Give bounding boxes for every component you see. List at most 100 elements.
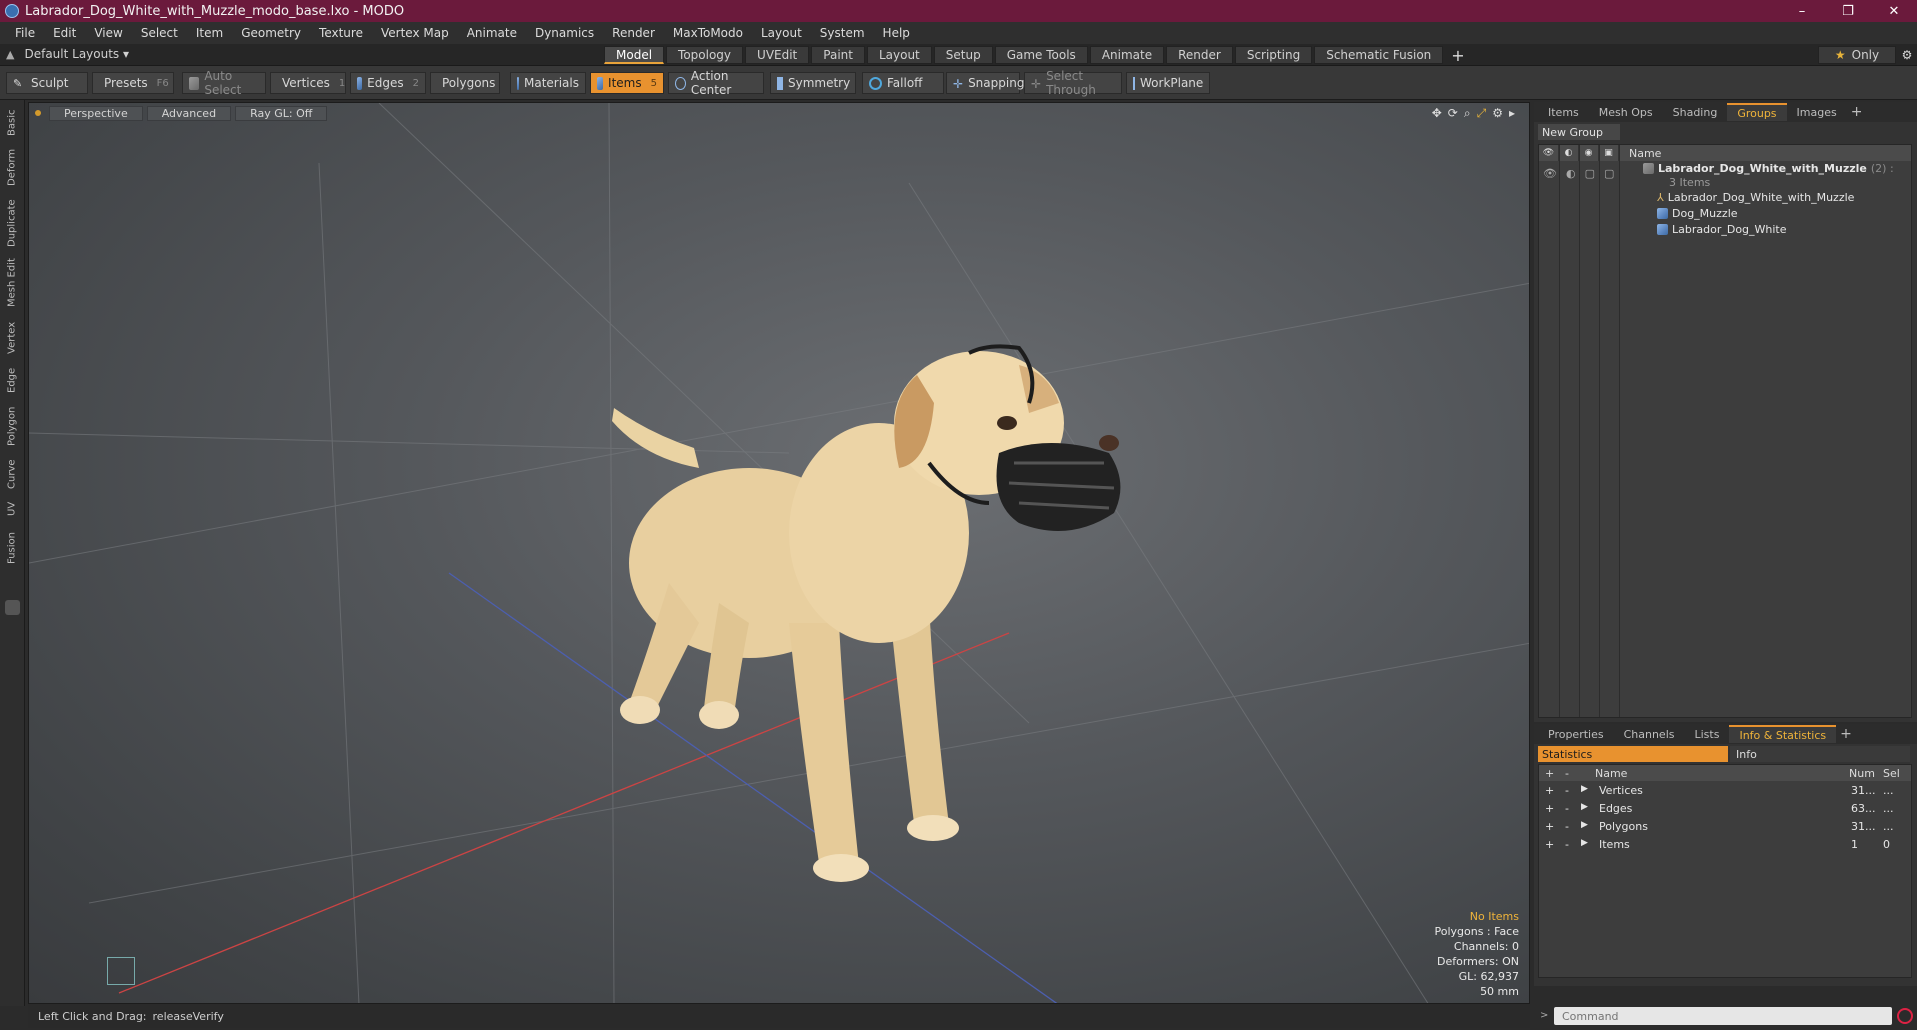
tab-lists[interactable]: Lists [1685,725,1730,743]
vtab-fusion[interactable]: Fusion [3,528,21,568]
tab-setup[interactable]: Setup [933,46,993,64]
menu-help[interactable]: Help [874,26,919,40]
tab-items[interactable]: Items [1538,103,1589,121]
panel-toggle-button[interactable] [5,600,20,615]
menu-file[interactable]: File [6,26,44,40]
render-column-icon[interactable]: ◐ [1559,145,1579,161]
add-panel-tab-button[interactable]: + [1847,103,1867,121]
tree-row-child[interactable]: ⅄ Labrador_Dog_White_with_Muzzle [1657,191,1854,204]
edges-button[interactable]: Edges 2 [350,72,426,94]
menu-render[interactable]: Render [603,26,664,40]
only-toggle[interactable]: ★ Only [1818,46,1896,64]
expand-arrow-icon[interactable]: ▸ [1509,106,1515,121]
tab-schematic-fusion[interactable]: Schematic Fusion [1314,46,1444,64]
auto-select-button[interactable]: Auto Select [182,69,266,97]
vtab-deform[interactable]: Deform [3,146,21,188]
fit-icon[interactable]: ⤢ [1477,106,1487,121]
tab-model[interactable]: Model [604,46,665,64]
row-remove-icon[interactable]: - [1565,838,1569,851]
menu-animate[interactable]: Animate [458,26,526,40]
group-visibility-eye-icon[interactable]: 👁 [1543,167,1557,180]
materials-button[interactable]: Materials [510,72,586,94]
row-add-icon[interactable]: + [1545,820,1554,833]
vtab-vertex[interactable]: Vertex [3,318,21,358]
select-through-button[interactable]: ✛ Select Through [1024,69,1122,97]
labrador-dog-model[interactable] [612,344,1121,882]
vtab-uv[interactable]: UV [3,498,21,520]
menu-geometry[interactable]: Geometry [232,26,310,40]
tab-scripting[interactable]: Scripting [1234,46,1313,64]
action-center-button[interactable]: Action Center [668,69,764,97]
tree-row-root-group[interactable]: Labrador_Dog_White_with_Muzzle (2) : [1643,162,1894,175]
tab-topology[interactable]: Topology [666,46,744,64]
vtab-duplicate[interactable]: Duplicate [3,196,21,250]
menu-layout[interactable]: Layout [752,26,811,40]
tab-uvedit[interactable]: UVEdit [745,46,810,64]
menu-view[interactable]: View [85,26,131,40]
orbit-icon[interactable]: ⟳ [1448,106,1458,121]
vtab-mesh-edit[interactable]: Mesh Edit [3,256,21,310]
zoom-icon[interactable]: ⌕ [1464,106,1471,121]
3d-viewport[interactable]: Perspective Advanced Ray GL: Off ✥ ⟳ ⌕ ⤢… [28,102,1530,1004]
tab-groups[interactable]: Groups [1727,103,1787,121]
expand-all-icon[interactable]: + [1545,767,1554,780]
expand-triangle-icon[interactable]: ▶ [1581,820,1588,830]
expand-triangle-icon[interactable]: ▶ [1581,802,1588,812]
tab-mesh-ops[interactable]: Mesh Ops [1589,103,1663,121]
new-group-button[interactable]: New Group [1538,124,1620,140]
select-column-icon[interactable]: ▣ [1599,145,1619,161]
tab-paint[interactable]: Paint [811,46,865,64]
row-remove-icon[interactable]: - [1565,802,1569,815]
tab-info-statistics[interactable]: Info & Statistics [1729,725,1837,743]
table-row[interactable]: + - ▶ Edges 63... ... [1539,801,1911,817]
row-add-icon[interactable]: + [1545,784,1554,797]
tab-images[interactable]: Images [1787,103,1847,121]
group-render-icon[interactable]: ◐ [1566,167,1576,180]
row-remove-icon[interactable]: - [1565,784,1569,797]
vtab-basic[interactable]: Basic [3,106,21,140]
command-input[interactable] [1554,1007,1892,1025]
expand-triangle-icon[interactable]: ▶ [1581,838,1588,848]
table-row[interactable]: + - ▶ Items 1 0 [1539,837,1911,853]
group-select-icon[interactable]: ▢ [1604,167,1614,180]
table-row[interactable]: + - ▶ Polygons 31... ... [1539,819,1911,835]
vtab-curve[interactable]: Curve [3,456,21,492]
vertices-button[interactable]: Vertices 1 [270,72,346,94]
tab-game-tools[interactable]: Game Tools [994,46,1088,64]
menu-vertex-map[interactable]: Vertex Map [372,26,458,40]
table-row[interactable]: + - ▶ Vertices 31... ... [1539,783,1911,799]
row-add-icon[interactable]: + [1545,802,1554,815]
shading-dropdown[interactable]: Advanced [146,105,232,121]
menu-maxtomodo[interactable]: MaxToModo [664,26,752,40]
add-stats-tab-button[interactable]: + [1836,725,1856,743]
visibility-column-icon[interactable]: 👁 [1539,145,1559,161]
row-remove-icon[interactable]: - [1565,820,1569,833]
statistics-subtab[interactable]: Statistics [1538,746,1728,762]
items-button[interactable]: Items 5 [590,72,664,94]
workplane-button[interactable]: WorkPlane [1126,72,1210,94]
falloff-button[interactable]: Falloff [862,72,944,94]
view-type-dropdown[interactable]: Perspective [49,105,143,121]
collapse-all-icon[interactable]: - [1565,767,1569,780]
minimize-button[interactable]: – [1779,0,1825,22]
close-button[interactable]: ✕ [1871,0,1917,22]
polygons-button[interactable]: Polygons [430,72,500,94]
tab-render[interactable]: Render [1166,46,1233,64]
symmetry-button[interactable]: Symmetry [770,72,856,94]
tab-layout[interactable]: Layout [866,46,932,64]
menu-select[interactable]: Select [132,26,187,40]
menu-system[interactable]: System [811,26,874,40]
presets-button[interactable]: Presets F6 [92,72,174,94]
raygl-toggle[interactable]: Ray GL: Off [235,105,328,121]
layout-preset-dropdown[interactable]: Default Layouts ▾ [24,47,129,61]
row-add-icon[interactable]: + [1545,838,1554,851]
add-tab-button[interactable]: + [1445,46,1470,65]
tree-row-child[interactable]: Labrador_Dog_White [1657,223,1787,236]
tree-row-child[interactable]: Dog_Muzzle [1657,207,1738,220]
collapse-arrow-icon[interactable]: ▲ [6,48,14,61]
viewport-gear-icon[interactable]: ⚙ [1492,106,1503,121]
command-history-button[interactable] [1897,1008,1913,1024]
tab-shading[interactable]: Shading [1663,103,1728,121]
vtab-edge[interactable]: Edge [3,364,21,396]
sculpt-button[interactable]: ✎ Sculpt [6,72,88,94]
